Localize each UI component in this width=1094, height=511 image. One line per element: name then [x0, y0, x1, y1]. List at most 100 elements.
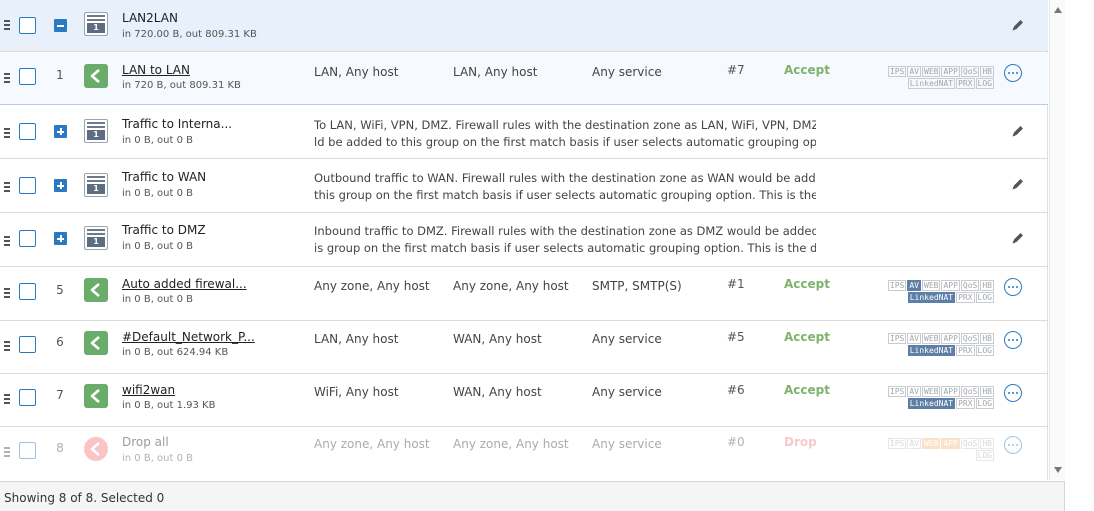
rule-name-link[interactable]: Auto added firewal...: [122, 277, 247, 291]
destination-cell: WAN, Any host: [453, 332, 542, 346]
traffic-stats: in 0 B, out 624.94 KB: [122, 347, 229, 358]
accept-rule-icon: [84, 64, 108, 88]
destination-cell: Any zone, Any host: [453, 437, 569, 451]
service-cell: Any service: [592, 385, 662, 399]
rule-row-lan-to-lan[interactable]: 1 LAN to LAN in 720 B, out 809.31 KB LAN…: [0, 53, 1048, 105]
drop-rule-icon: [84, 437, 108, 461]
service-cell: Any service: [592, 65, 662, 79]
row-checkbox[interactable]: [19, 389, 36, 406]
edit-icon[interactable]: [1010, 123, 1026, 139]
action-badge: Accept: [784, 383, 830, 397]
rule-name[interactable]: Drop all: [122, 435, 169, 449]
accept-rule-icon: [84, 331, 108, 355]
status-text: Showing 8 of 8. Selected 0: [4, 491, 165, 505]
drag-handle-icon[interactable]: [4, 341, 10, 353]
rule-number: 5: [56, 283, 64, 297]
rule-row-auto-added-firewall[interactable]: 5 Auto added firewal... in 0 B, out 0 B …: [0, 268, 1048, 321]
rule-id: #5: [727, 330, 745, 344]
service-cell: Any service: [592, 332, 662, 346]
rule-group-icon: 1: [84, 173, 108, 197]
edit-icon[interactable]: [1010, 230, 1026, 246]
rule-name-link[interactable]: #Default_Network_P...: [122, 330, 255, 344]
more-options-icon[interactable]: [1004, 331, 1022, 349]
destination-cell: LAN, Any host: [453, 65, 538, 79]
more-options-icon[interactable]: [1004, 64, 1022, 82]
group-description: To LAN, WiFi, VPN, DMZ. Firewall rules w…: [314, 118, 816, 149]
group-row-lan2lan[interactable]: 1 LAN2LAN in 720.00 B, out 809.31 KB: [0, 0, 1048, 52]
rule-id: #6: [727, 383, 745, 397]
rule-name-link[interactable]: wifi2wan: [122, 383, 175, 397]
group-name: Traffic to WAN: [122, 170, 207, 184]
source-cell: LAN, Any host: [314, 332, 399, 346]
row-checkbox[interactable]: [19, 177, 36, 194]
drag-handle-icon[interactable]: [4, 182, 10, 194]
vertical-scrollbar[interactable]: [1049, 0, 1065, 480]
rule-id: #7: [727, 63, 745, 77]
traffic-stats: in 0 B, out 1.93 KB: [122, 400, 216, 411]
table-footer: Showing 8 of 8. Selected 0: [0, 481, 1065, 511]
traffic-stats: in 0 B, out 0 B: [122, 241, 194, 252]
more-options-icon[interactable]: [1004, 436, 1022, 454]
source-cell: LAN, Any host: [314, 65, 399, 79]
group-name: Traffic to DMZ: [122, 223, 206, 237]
rule-row-drop-all[interactable]: 8 Drop all in 0 B, out 0 B Any zone, Any…: [0, 428, 1048, 480]
scroll-up-icon[interactable]: [1054, 7, 1062, 13]
more-options-icon[interactable]: [1004, 384, 1022, 402]
action-badge: Accept: [784, 63, 830, 77]
expand-icon[interactable]: [54, 232, 67, 245]
firewall-rules-table: 1 LAN2LAN in 720.00 B, out 809.31 KB 1 L…: [0, 0, 1048, 480]
group-description: Outbound traffic to WAN. Firewall rules …: [314, 171, 816, 202]
traffic-stats: in 720 B, out 809.31 KB: [122, 80, 241, 91]
more-options-icon[interactable]: [1004, 278, 1022, 296]
rule-group-icon: 1: [84, 12, 108, 36]
row-checkbox[interactable]: [19, 123, 36, 140]
traffic-stats: in 720.00 B, out 809.31 KB: [122, 29, 257, 40]
edit-icon[interactable]: [1010, 176, 1026, 192]
rule-group-icon: 1: [84, 226, 108, 250]
traffic-stats: in 0 B, out 0 B: [122, 135, 194, 146]
drag-handle-icon[interactable]: [4, 128, 10, 140]
service-cell: SMTP, SMTP(S): [592, 279, 682, 293]
row-checkbox[interactable]: [19, 336, 36, 353]
drag-handle-icon[interactable]: [4, 394, 10, 406]
rule-number: 1: [56, 68, 64, 82]
rule-id: #0: [727, 435, 745, 449]
rule-row-default-network-policy[interactable]: 6 #Default_Network_P... in 0 B, out 624.…: [0, 322, 1048, 374]
drag-handle-icon[interactable]: [4, 447, 10, 459]
rule-group-icon: 1: [84, 119, 108, 143]
expand-icon[interactable]: [54, 125, 67, 138]
drag-handle-icon[interactable]: [4, 288, 10, 300]
edit-icon[interactable]: [1010, 17, 1026, 33]
drag-handle-icon[interactable]: [4, 236, 10, 248]
action-badge: Accept: [784, 330, 830, 344]
row-checkbox[interactable]: [19, 17, 36, 34]
group-name: Traffic to Interna...: [122, 117, 233, 131]
rule-number: 6: [56, 335, 64, 349]
row-checkbox[interactable]: [19, 283, 36, 300]
drag-handle-icon[interactable]: [4, 20, 10, 32]
action-badge: Drop: [784, 435, 817, 449]
group-row-traffic-to-wan[interactable]: 1 Traffic to WAN in 0 B, out 0 B Outboun…: [0, 160, 1048, 213]
traffic-stats: in 0 B, out 0 B: [122, 188, 194, 199]
row-checkbox[interactable]: [19, 230, 36, 247]
rule-number: 7: [56, 388, 64, 402]
accept-rule-icon: [84, 384, 108, 408]
source-cell: Any zone, Any host: [314, 437, 430, 451]
destination-cell: Any zone, Any host: [453, 279, 569, 293]
accept-rule-icon: [84, 278, 108, 302]
group-row-traffic-to-internal[interactable]: 1 Traffic to Interna... in 0 B, out 0 B …: [0, 106, 1048, 159]
drag-handle-icon[interactable]: [4, 73, 10, 85]
rule-row-wifi2wan[interactable]: 7 wifi2wan in 0 B, out 1.93 KB WiFi, Any…: [0, 375, 1048, 427]
action-badge: Accept: [784, 277, 830, 291]
service-cell: Any service: [592, 437, 662, 451]
scroll-down-icon[interactable]: [1054, 467, 1062, 473]
expand-icon[interactable]: [54, 179, 67, 192]
row-checkbox[interactable]: [19, 442, 36, 459]
destination-cell: WAN, Any host: [453, 385, 542, 399]
row-checkbox[interactable]: [19, 68, 36, 85]
source-cell: Any zone, Any host: [314, 279, 430, 293]
traffic-stats: in 0 B, out 0 B: [122, 294, 194, 305]
group-row-traffic-to-dmz[interactable]: 1 Traffic to DMZ in 0 B, out 0 B Inbound…: [0, 214, 1048, 267]
rule-name-link[interactable]: LAN to LAN: [122, 63, 190, 77]
collapse-icon[interactable]: [54, 19, 67, 32]
